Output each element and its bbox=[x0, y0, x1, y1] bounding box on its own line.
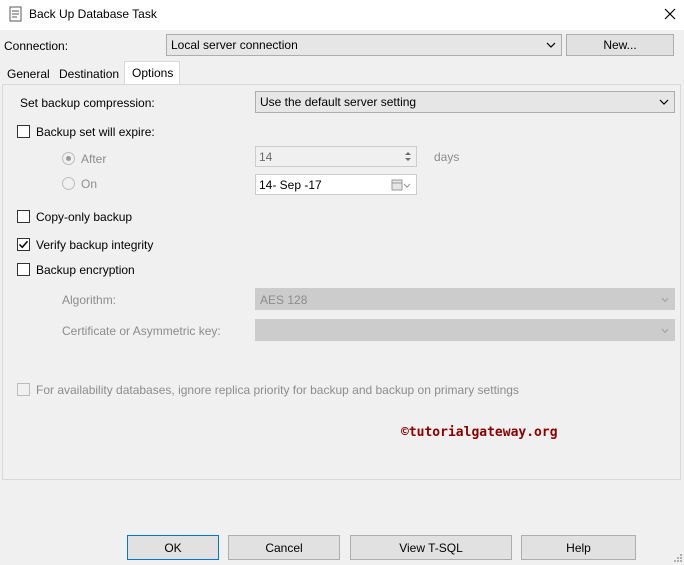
on-label: On bbox=[81, 177, 98, 191]
help-button-label: Help bbox=[566, 541, 591, 555]
compression-value: Use the default server setting bbox=[260, 95, 417, 109]
chevron-down-icon bbox=[546, 42, 556, 48]
algorithm-value: AES 128 bbox=[260, 293, 308, 307]
tab-general[interactable]: General bbox=[2, 63, 54, 84]
close-icon[interactable] bbox=[660, 4, 680, 24]
days-unit-label: days bbox=[434, 150, 460, 164]
tab-destination-label: Destination bbox=[59, 67, 120, 81]
verify-label: Verify backup integrity bbox=[36, 238, 154, 252]
tab-options[interactable]: Options bbox=[124, 61, 180, 84]
encryption-label: Backup encryption bbox=[36, 263, 135, 277]
help-button[interactable]: Help bbox=[521, 535, 636, 560]
ok-button[interactable]: OK bbox=[127, 535, 219, 560]
database-task-icon bbox=[9, 6, 23, 22]
chevron-down-icon bbox=[659, 99, 669, 105]
algorithm-label: Algorithm: bbox=[62, 293, 117, 307]
cancel-button[interactable]: Cancel bbox=[228, 535, 340, 560]
cancel-button-label: Cancel bbox=[265, 541, 303, 555]
algorithm-select[interactable]: AES 128 bbox=[255, 288, 675, 310]
new-connection-button[interactable]: New... bbox=[566, 34, 674, 56]
spin-arrows-icon[interactable] bbox=[403, 149, 413, 164]
ok-button-label: OK bbox=[164, 541, 182, 555]
after-radio[interactable] bbox=[62, 152, 75, 165]
tab-options-label: Options bbox=[132, 66, 174, 80]
connection-value: Local server connection bbox=[171, 38, 298, 52]
connection-label: Connection: bbox=[4, 39, 69, 53]
chevron-down-icon bbox=[661, 297, 669, 303]
after-days-stepper[interactable]: 14 bbox=[255, 146, 417, 167]
availability-checkbox[interactable] bbox=[17, 383, 30, 396]
window-title: Back Up Database Task bbox=[29, 7, 157, 21]
compression-label: Set backup compression: bbox=[20, 96, 155, 110]
checkmark-icon bbox=[18, 240, 29, 249]
chevron-down-icon bbox=[661, 328, 669, 334]
expire-label: Backup set will expire: bbox=[36, 125, 155, 139]
availability-label: For availability databases, ignore repli… bbox=[36, 383, 519, 397]
on-radio[interactable] bbox=[62, 177, 75, 190]
connection-select[interactable]: Local server connection bbox=[166, 34, 562, 56]
after-days-value: 14 bbox=[259, 150, 273, 164]
copy-only-checkbox[interactable] bbox=[17, 210, 30, 223]
on-date-value: 14- Sep -17 bbox=[259, 178, 322, 192]
options-panel bbox=[2, 84, 681, 480]
view-tsql-button-label: View T-SQL bbox=[399, 541, 463, 555]
verify-checkbox[interactable] bbox=[17, 238, 30, 251]
copy-only-label: Copy-only backup bbox=[36, 210, 133, 224]
watermark-text: ©tutorialgateway.org bbox=[401, 425, 558, 440]
new-button-label: New... bbox=[603, 38, 637, 52]
resize-grip-icon[interactable] bbox=[672, 551, 682, 562]
after-label: After bbox=[81, 152, 107, 166]
tab-general-label: General bbox=[7, 67, 50, 81]
compression-select[interactable]: Use the default server setting bbox=[255, 91, 675, 113]
certificate-select[interactable] bbox=[255, 319, 675, 341]
calendar-icon[interactable] bbox=[391, 179, 411, 191]
view-tsql-button[interactable]: View T-SQL bbox=[350, 535, 512, 560]
encryption-checkbox[interactable] bbox=[17, 263, 30, 276]
expire-checkbox[interactable] bbox=[17, 125, 30, 138]
on-date-picker[interactable]: 14- Sep -17 bbox=[255, 174, 417, 195]
tab-destination[interactable]: Destination bbox=[54, 63, 124, 84]
certificate-label: Certificate or Asymmetric key: bbox=[62, 324, 221, 338]
